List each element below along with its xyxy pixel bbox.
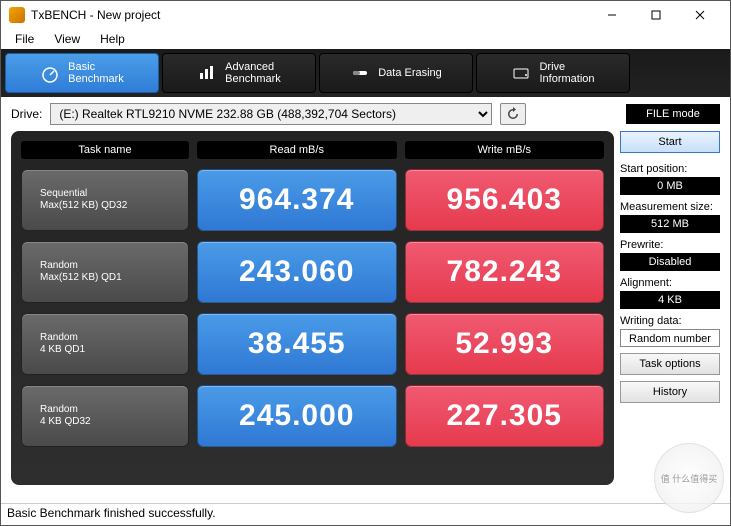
header-task: Task name: [21, 141, 189, 159]
tab-drive-information[interactable]: Drive Information: [476, 53, 630, 93]
benchmark-panel: Task name Read mB/s Write mB/s Sequentia…: [11, 131, 614, 485]
task-options-button[interactable]: Task options: [620, 353, 720, 375]
header-write: Write mB/s: [405, 141, 605, 159]
tab-label: Basic Benchmark: [68, 61, 124, 85]
drive-selector-row: Drive: (E:) Realtek RTL9210 NVME 232.88 …: [1, 97, 730, 131]
alignment-value[interactable]: 4 KB: [620, 291, 720, 309]
drive-select[interactable]: (E:) Realtek RTL9210 NVME 232.88 GB (488…: [50, 103, 492, 125]
side-panel: Start Start position: 0 MB Measurement s…: [620, 131, 720, 485]
status-bar: Basic Benchmark finished successfully.: [1, 503, 730, 525]
tab-data-erasing[interactable]: Data Erasing: [319, 53, 473, 93]
task-line1: Sequential: [40, 188, 188, 200]
menu-view[interactable]: View: [46, 30, 88, 48]
prewrite-value[interactable]: Disabled: [620, 253, 720, 271]
header-row: Task name Read mB/s Write mB/s: [21, 141, 604, 159]
write-value: 782.243: [405, 241, 605, 303]
title-bar: TxBENCH - New project: [1, 1, 730, 29]
minimize-button[interactable]: [590, 1, 634, 29]
drive-icon: [511, 63, 531, 83]
task-line2: Max(512 KB) QD32: [40, 200, 188, 212]
writing-data-label: Writing data:: [620, 315, 720, 327]
writing-data-value[interactable]: Random number: [620, 329, 720, 347]
menu-help[interactable]: Help: [92, 30, 133, 48]
app-icon: [9, 7, 25, 23]
start-position-label: Start position:: [620, 163, 720, 175]
erase-icon: [350, 63, 370, 83]
refresh-button[interactable]: [500, 103, 526, 125]
menu-file[interactable]: File: [7, 30, 42, 48]
read-value: 245.000: [197, 385, 397, 447]
task-name-cell[interactable]: Random 4 KB QD32: [21, 385, 189, 447]
menu-bar: File View Help: [1, 29, 730, 49]
write-value: 956.403: [405, 169, 605, 231]
task-name-cell[interactable]: Random 4 KB QD1: [21, 313, 189, 375]
alignment-label: Alignment:: [620, 277, 720, 289]
write-value: 227.305: [405, 385, 605, 447]
measurement-size-value[interactable]: 512 MB: [620, 215, 720, 233]
task-line2: Max(512 KB) QD1: [40, 272, 188, 284]
task-line2: 4 KB QD1: [40, 344, 188, 356]
window-title: TxBENCH - New project: [31, 8, 590, 22]
start-position-value[interactable]: 0 MB: [620, 177, 720, 195]
write-value: 52.993: [405, 313, 605, 375]
read-value: 964.374: [197, 169, 397, 231]
task-name-cell[interactable]: Sequential Max(512 KB) QD32: [21, 169, 189, 231]
task-line1: Random: [40, 260, 188, 272]
tab-basic-benchmark[interactable]: Basic Benchmark: [5, 53, 159, 93]
window-buttons: [590, 1, 722, 29]
refresh-icon: [506, 107, 520, 121]
result-row: Random 4 KB QD32 245.000 227.305: [21, 385, 604, 447]
history-button[interactable]: History: [620, 381, 720, 403]
task-line1: Random: [40, 332, 188, 344]
bar-chart-icon: [197, 63, 217, 83]
drive-label: Drive:: [11, 107, 42, 121]
tab-bar: Basic Benchmark Advanced Benchmark Data …: [1, 49, 730, 97]
file-mode-indicator: FILE mode: [626, 104, 720, 124]
result-row: Random 4 KB QD1 38.455 52.993: [21, 313, 604, 375]
measurement-size-label: Measurement size:: [620, 201, 720, 213]
read-value: 38.455: [197, 313, 397, 375]
prewrite-label: Prewrite:: [620, 239, 720, 251]
read-value: 243.060: [197, 241, 397, 303]
start-button[interactable]: Start: [620, 131, 720, 153]
tab-label: Data Erasing: [378, 67, 442, 79]
task-name-cell[interactable]: Random Max(512 KB) QD1: [21, 241, 189, 303]
result-row: Sequential Max(512 KB) QD32 964.374 956.…: [21, 169, 604, 231]
header-read: Read mB/s: [197, 141, 397, 159]
maximize-button[interactable]: [634, 1, 678, 29]
task-line2: 4 KB QD32: [40, 416, 188, 428]
result-row: Random Max(512 KB) QD1 243.060 782.243: [21, 241, 604, 303]
watermark: 值 什么值得买: [654, 443, 724, 513]
tab-label: Drive Information: [539, 61, 594, 85]
gauge-icon: [40, 63, 60, 83]
tab-advanced-benchmark[interactable]: Advanced Benchmark: [162, 53, 316, 93]
task-line1: Random: [40, 404, 188, 416]
close-button[interactable]: [678, 1, 722, 29]
tab-label: Advanced Benchmark: [225, 61, 281, 85]
